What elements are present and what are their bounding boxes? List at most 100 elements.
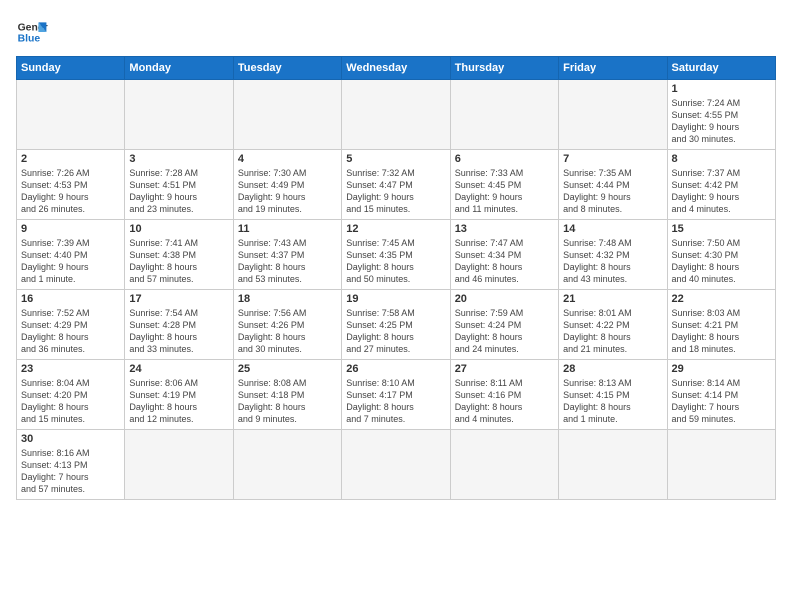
day-info: Sunrise: 7:47 AM Sunset: 4:34 PM Dayligh… <box>455 237 554 286</box>
day-info: Sunrise: 7:33 AM Sunset: 4:45 PM Dayligh… <box>455 167 554 216</box>
day-info: Sunrise: 7:50 AM Sunset: 4:30 PM Dayligh… <box>672 237 771 286</box>
day-number: 24 <box>129 363 228 375</box>
day-cell: 29 Sunrise: 8:14 AM Sunset: 4:14 PM Dayli… <box>667 360 775 430</box>
day-cell <box>233 80 341 150</box>
day-info: Sunrise: 8:14 AM Sunset: 4:14 PM Dayligh… <box>672 377 771 426</box>
day-cell: 28 Sunrise: 8:13 AM Sunset: 4:15 PM Dayli… <box>559 360 667 430</box>
day-cell: 8Sunrise: 7:37 AM Sunset: 4:42 PM Daylig… <box>667 150 775 220</box>
day-cell: 17 Sunrise: 7:54 AM Sunset: 4:28 PM Dayli… <box>125 290 233 360</box>
logo: General Blue <box>16 16 48 48</box>
day-cell: 27 Sunrise: 8:11 AM Sunset: 4:16 PM Dayli… <box>450 360 558 430</box>
day-info: Sunrise: 7:45 AM Sunset: 4:35 PM Dayligh… <box>346 237 445 286</box>
day-cell <box>450 430 558 500</box>
day-info: Sunrise: 7:39 AM Sunset: 4:40 PM Dayligh… <box>21 237 120 286</box>
day-info: Sunrise: 8:10 AM Sunset: 4:17 PM Dayligh… <box>346 377 445 426</box>
day-number: 25 <box>238 363 337 375</box>
day-cell <box>17 80 125 150</box>
day-number: 26 <box>346 363 445 375</box>
day-info: Sunrise: 7:35 AM Sunset: 4:44 PM Dayligh… <box>563 167 662 216</box>
day-info: Sunrise: 7:54 AM Sunset: 4:28 PM Dayligh… <box>129 307 228 356</box>
day-info: Sunrise: 7:52 AM Sunset: 4:29 PM Dayligh… <box>21 307 120 356</box>
day-number: 27 <box>455 363 554 375</box>
col-header-friday: Friday <box>559 57 667 80</box>
day-number: 17 <box>129 293 228 305</box>
day-number: 4 <box>238 153 337 165</box>
day-cell: 23 Sunrise: 8:04 AM Sunset: 4:20 PM Dayli… <box>17 360 125 430</box>
day-number: 2 <box>21 153 120 165</box>
day-cell: 3Sunrise: 7:28 AM Sunset: 4:51 PM Daylig… <box>125 150 233 220</box>
day-number: 5 <box>346 153 445 165</box>
logo-icon: General Blue <box>16 16 48 48</box>
day-cell <box>559 80 667 150</box>
week-row-5: 23 Sunrise: 8:04 AM Sunset: 4:20 PM Dayli… <box>17 360 776 430</box>
col-header-saturday: Saturday <box>667 57 775 80</box>
day-info: Sunrise: 8:06 AM Sunset: 4:19 PM Dayligh… <box>129 377 228 426</box>
day-number: 22 <box>672 293 771 305</box>
week-row-1: 1 Sunrise: 7:24 AM Sunset: 4:55 PM Daylig… <box>17 80 776 150</box>
day-number: 1 <box>672 83 771 95</box>
header-row: SundayMondayTuesdayWednesdayThursdayFrid… <box>17 57 776 80</box>
day-number: 19 <box>346 293 445 305</box>
day-cell: 26 Sunrise: 8:10 AM Sunset: 4:17 PM Dayli… <box>342 360 450 430</box>
day-info: Sunrise: 7:41 AM Sunset: 4:38 PM Dayligh… <box>129 237 228 286</box>
day-cell: 11 Sunrise: 7:43 AM Sunset: 4:37 PM Dayli… <box>233 220 341 290</box>
week-row-6: 30 Sunrise: 8:16 AM Sunset: 4:13 PM Dayli… <box>17 430 776 500</box>
day-info: Sunrise: 8:04 AM Sunset: 4:20 PM Dayligh… <box>21 377 120 426</box>
day-number: 10 <box>129 223 228 235</box>
day-number: 29 <box>672 363 771 375</box>
day-number: 12 <box>346 223 445 235</box>
day-info: Sunrise: 7:48 AM Sunset: 4:32 PM Dayligh… <box>563 237 662 286</box>
day-number: 28 <box>563 363 662 375</box>
day-cell: 12 Sunrise: 7:45 AM Sunset: 4:35 PM Dayli… <box>342 220 450 290</box>
day-number: 23 <box>21 363 120 375</box>
day-cell: 5Sunrise: 7:32 AM Sunset: 4:47 PM Daylig… <box>342 150 450 220</box>
day-info: Sunrise: 7:58 AM Sunset: 4:25 PM Dayligh… <box>346 307 445 356</box>
header: General Blue <box>16 16 776 48</box>
day-info: Sunrise: 8:08 AM Sunset: 4:18 PM Dayligh… <box>238 377 337 426</box>
day-number: 15 <box>672 223 771 235</box>
day-number: 7 <box>563 153 662 165</box>
day-number: 30 <box>21 433 120 445</box>
day-info: Sunrise: 7:43 AM Sunset: 4:37 PM Dayligh… <box>238 237 337 286</box>
day-number: 6 <box>455 153 554 165</box>
day-cell: 14Sunrise: 7:48 AM Sunset: 4:32 PM Dayli… <box>559 220 667 290</box>
day-cell: 9 Sunrise: 7:39 AM Sunset: 4:40 PM Daylig… <box>17 220 125 290</box>
day-cell <box>125 80 233 150</box>
day-cell <box>342 430 450 500</box>
day-info: Sunrise: 7:24 AM Sunset: 4:55 PM Dayligh… <box>672 97 771 146</box>
day-cell: 21Sunrise: 8:01 AM Sunset: 4:22 PM Dayli… <box>559 290 667 360</box>
day-cell <box>125 430 233 500</box>
day-number: 16 <box>21 293 120 305</box>
day-cell: 19 Sunrise: 7:58 AM Sunset: 4:25 PM Dayli… <box>342 290 450 360</box>
day-info: Sunrise: 7:30 AM Sunset: 4:49 PM Dayligh… <box>238 167 337 216</box>
day-cell: 10 Sunrise: 7:41 AM Sunset: 4:38 PM Dayli… <box>125 220 233 290</box>
day-number: 3 <box>129 153 228 165</box>
col-header-sunday: Sunday <box>17 57 125 80</box>
day-info: Sunrise: 7:56 AM Sunset: 4:26 PM Dayligh… <box>238 307 337 356</box>
day-cell: 16 Sunrise: 7:52 AM Sunset: 4:29 PM Dayli… <box>17 290 125 360</box>
day-info: Sunrise: 8:16 AM Sunset: 4:13 PM Dayligh… <box>21 447 120 496</box>
day-number: 20 <box>455 293 554 305</box>
svg-text:Blue: Blue <box>18 34 41 45</box>
day-number: 18 <box>238 293 337 305</box>
day-cell: 25 Sunrise: 8:08 AM Sunset: 4:18 PM Dayli… <box>233 360 341 430</box>
day-cell: 18 Sunrise: 7:56 AM Sunset: 4:26 PM Dayli… <box>233 290 341 360</box>
day-info: Sunrise: 8:13 AM Sunset: 4:15 PM Dayligh… <box>563 377 662 426</box>
day-number: 9 <box>21 223 120 235</box>
day-cell <box>559 430 667 500</box>
col-header-tuesday: Tuesday <box>233 57 341 80</box>
week-row-4: 16 Sunrise: 7:52 AM Sunset: 4:29 PM Dayli… <box>17 290 776 360</box>
day-cell: 15 Sunrise: 7:50 AM Sunset: 4:30 PM Dayli… <box>667 220 775 290</box>
day-cell: 22 Sunrise: 8:03 AM Sunset: 4:21 PM Dayli… <box>667 290 775 360</box>
day-number: 11 <box>238 223 337 235</box>
day-cell: 2Sunrise: 7:26 AM Sunset: 4:53 PM Daylig… <box>17 150 125 220</box>
day-info: Sunrise: 7:59 AM Sunset: 4:24 PM Dayligh… <box>455 307 554 356</box>
col-header-wednesday: Wednesday <box>342 57 450 80</box>
page: General Blue SundayMondayTuesdayWednesda… <box>0 0 792 612</box>
day-cell <box>450 80 558 150</box>
day-info: Sunrise: 8:11 AM Sunset: 4:16 PM Dayligh… <box>455 377 554 426</box>
day-cell: 1 Sunrise: 7:24 AM Sunset: 4:55 PM Daylig… <box>667 80 775 150</box>
day-info: Sunrise: 8:03 AM Sunset: 4:21 PM Dayligh… <box>672 307 771 356</box>
day-cell <box>342 80 450 150</box>
day-number: 13 <box>455 223 554 235</box>
